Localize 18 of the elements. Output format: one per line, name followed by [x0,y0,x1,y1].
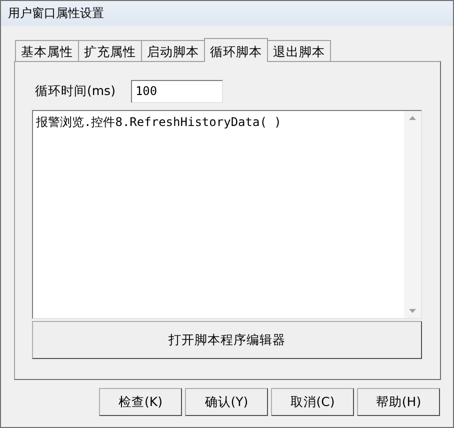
input-field[interactable]: 100 [131,80,224,102]
field-label: 循环时间(ms) [35,82,116,100]
tab[interactable]: 扩充属性 [78,40,142,61]
scroll-down-icon[interactable] [409,309,416,313]
open-editor-button[interactable]: 打开脚本程序编辑器 [32,321,422,359]
window-title: 用户窗口属性设置 [1,1,453,26]
script-editor[interactable]: 报警浏览.控件8.RefreshHistoryData( ) [32,110,422,319]
dialog-button[interactable]: 检查(K) [99,388,182,416]
tab[interactable]: 循环脚本 [204,38,268,62]
dialog-button[interactable]: 帮助(H) [357,388,440,416]
scroll-up-icon[interactable] [409,116,416,120]
scrollbar[interactable] [404,111,421,318]
script-text: 报警浏览.控件8.RefreshHistoryData( ) [35,114,282,131]
dialog-button[interactable]: 确认(Y) [185,388,268,416]
tab[interactable]: 退出脚本 [267,40,331,61]
dialog-button[interactable]: 取消(C) [271,388,354,416]
tab[interactable]: 启动脚本 [141,40,205,61]
tab[interactable]: 基本属性 [15,40,79,61]
